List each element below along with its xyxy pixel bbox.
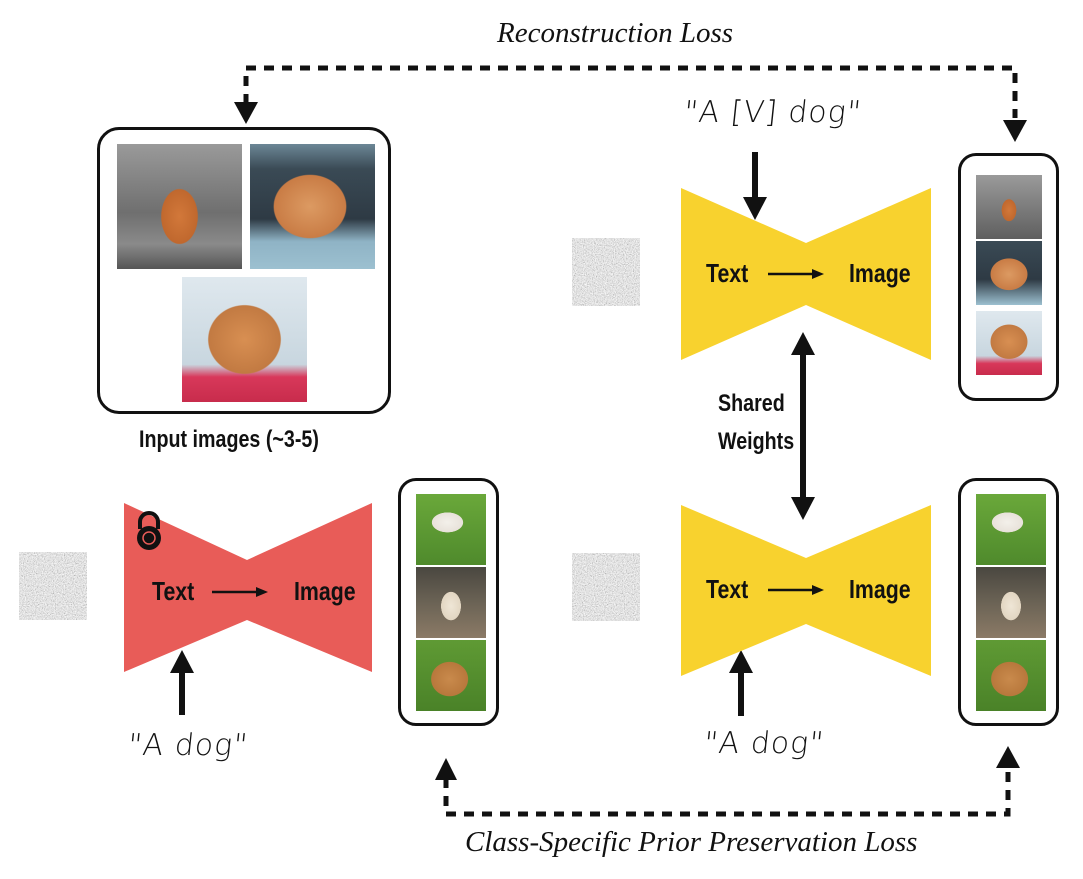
input-image-3 xyxy=(182,277,307,402)
shared-weights-label-line1: Shared xyxy=(718,390,785,417)
subject-output-3 xyxy=(976,311,1042,375)
prior-left-output-3 xyxy=(416,640,486,711)
bottom-model-text-label: Text xyxy=(706,574,749,604)
input-images-caption: Input images (~3-5) xyxy=(139,426,319,453)
noise-image-bottom xyxy=(572,553,640,621)
prior-loss-path xyxy=(443,768,1011,817)
bottom-model-image-label: Image xyxy=(849,574,911,604)
shared-weights-arrowhead-down xyxy=(791,497,815,520)
prior-output-strip-left xyxy=(398,478,499,726)
top-model-image-label: Image xyxy=(849,258,911,288)
arrowhead-to-subject-strip xyxy=(1003,120,1027,142)
prior-output-strip-right xyxy=(958,478,1059,726)
subject-prompt: "A [V] dog" xyxy=(682,95,864,130)
subject-prompt-arrowhead xyxy=(743,197,767,220)
prior-right-output-2 xyxy=(976,567,1046,638)
frozen-model-text-label: Text xyxy=(152,576,195,606)
input-image-1 xyxy=(117,144,242,269)
reconstruction-loss-title: Reconstruction Loss xyxy=(497,17,734,49)
input-images-frame xyxy=(97,127,391,414)
prior-left-output-2 xyxy=(416,567,486,638)
frozen-model-image-label: Image xyxy=(294,576,356,606)
noise-image-top xyxy=(572,238,640,306)
shared-weights-arrowhead-up xyxy=(791,332,815,355)
shared-weights-label-line2: Weights xyxy=(718,428,795,455)
reconstruction-loss-path xyxy=(243,65,1018,118)
subject-output-2 xyxy=(976,241,1042,305)
prior-left-output-1 xyxy=(416,494,486,565)
prior-right-output-1 xyxy=(976,494,1046,565)
input-image-2 xyxy=(250,144,375,269)
top-model-text-label: Text xyxy=(706,258,749,288)
subject-output-strip xyxy=(958,153,1059,401)
prior-right-output-3 xyxy=(976,640,1046,711)
arrowhead-to-left-strip xyxy=(435,758,457,780)
subject-output-1 xyxy=(976,175,1042,239)
arrowhead-to-right-strip xyxy=(996,746,1020,768)
arrowhead-to-input-images xyxy=(234,102,258,124)
left-class-prompt-arrowhead xyxy=(170,650,194,673)
class-prompt-right: "A dog" xyxy=(702,726,826,761)
class-prompt-left: "A dog" xyxy=(126,728,250,763)
prior-preservation-loss-title: Class-Specific Prior Preservation Loss xyxy=(465,826,918,858)
noise-image-left xyxy=(19,552,87,620)
